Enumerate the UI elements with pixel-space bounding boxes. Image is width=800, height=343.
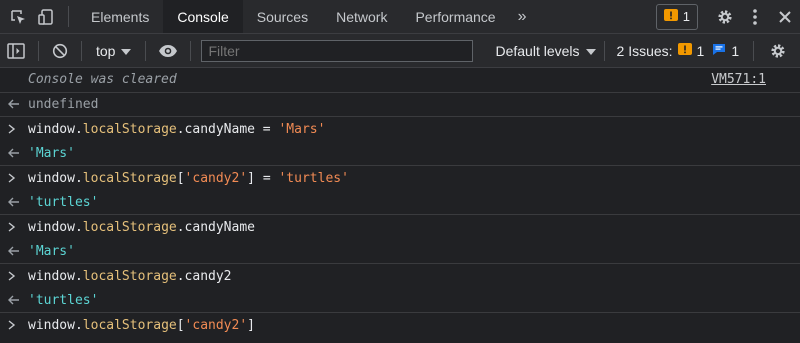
- code-string: 'turtles': [278, 170, 349, 186]
- dropdown-arrow-icon: [585, 43, 596, 59]
- toolbar-separator: [38, 40, 39, 61]
- console-result-row: 'turtles': [0, 289, 800, 313]
- input-chevron-icon: [8, 264, 16, 289]
- result-value: undefined: [28, 96, 99, 112]
- result-arrow-icon: [8, 93, 20, 117]
- console-cleared-message: Console was cleared VM571:1: [0, 68, 800, 93]
- issues-badge-count: 1: [682, 9, 690, 24]
- inspect-element-icon[interactable]: [4, 0, 32, 33]
- issues-info-count: 1: [731, 42, 740, 59]
- toolbar-separator: [603, 40, 605, 61]
- settings-gear-icon[interactable]: [710, 0, 740, 33]
- live-expression-eye-icon[interactable]: [152, 34, 184, 67]
- result-value: 'turtles': [28, 194, 99, 210]
- code-object: window.: [28, 219, 83, 235]
- code-rest: .candyName =: [176, 121, 279, 137]
- console-toolbar: top Default levels 2 Issues: 1 1: [0, 34, 800, 68]
- code-object: window.: [28, 268, 83, 284]
- code-bracket-open: [: [176, 317, 185, 333]
- devtools-tab-bar: Elements Console Sources Network Perform…: [0, 0, 800, 34]
- code-bracket-open: [: [176, 170, 185, 186]
- result-arrow-icon: [8, 142, 20, 166]
- console-result-row: 'turtles': [0, 191, 800, 215]
- issues-label: 2 Issues:: [616, 42, 673, 59]
- cleared-text: Console was cleared: [28, 72, 177, 88]
- toolbar-separator: [145, 40, 147, 61]
- toolbar-separator: [81, 40, 82, 61]
- input-chevron-icon: [8, 215, 16, 240]
- result-value: 'Mars': [28, 145, 75, 161]
- filter-input[interactable]: [201, 39, 474, 62]
- code-bracket-close: ] =: [247, 170, 279, 186]
- code-key: 'candy2': [184, 317, 248, 333]
- console-prompt-row[interactable]: window. localStorage['candy2']: [0, 313, 800, 338]
- clear-console-icon[interactable]: [45, 34, 75, 67]
- console-result-row: 'Mars': [0, 142, 800, 166]
- tab-performance[interactable]: Performance: [401, 0, 509, 33]
- result-value: 'Mars': [28, 243, 75, 259]
- context-selector[interactable]: top: [88, 43, 139, 59]
- tab-separator: [68, 6, 69, 27]
- kebab-menu-icon[interactable]: [740, 0, 770, 33]
- context-label: top: [96, 42, 116, 59]
- issues-warning-count: 1: [696, 42, 705, 59]
- tab-network[interactable]: Network: [322, 0, 401, 33]
- console-input-row: window. localStorage .candy2: [0, 264, 800, 289]
- log-levels-label: Default levels: [495, 42, 580, 59]
- console-input-row: window. localStorage .candyName = 'Mars': [0, 117, 800, 142]
- code-property: localStorage: [82, 268, 177, 284]
- toolbar-separator: [753, 40, 755, 61]
- close-icon[interactable]: [770, 0, 800, 33]
- prompt-chevron-icon: [8, 313, 16, 338]
- issues-badge-button[interactable]: 1: [655, 3, 698, 30]
- console-input-row: window. localStorage['candy2'] = 'turtles…: [0, 166, 800, 191]
- code-object: window.: [28, 317, 83, 333]
- toolbar-separator: [190, 40, 192, 61]
- input-chevron-icon: [8, 166, 16, 191]
- code-object: window.: [28, 121, 83, 137]
- code-object: window.: [28, 170, 83, 186]
- result-arrow-icon: [8, 289, 20, 313]
- code-property: localStorage: [82, 219, 177, 235]
- tab-elements[interactable]: Elements: [77, 0, 163, 33]
- console-input-row: window. localStorage .candyName: [0, 215, 800, 240]
- device-toolbar-icon[interactable]: [32, 0, 60, 33]
- input-chevron-icon: [8, 117, 16, 142]
- console-result-row: 'Mars': [0, 240, 800, 264]
- tab-console[interactable]: Console: [163, 0, 243, 33]
- console-settings-gear-icon[interactable]: [760, 34, 796, 67]
- code-rest: .candy2: [176, 268, 232, 284]
- code-property: localStorage: [82, 317, 177, 333]
- warning-icon: [677, 42, 692, 59]
- info-message-icon: [712, 42, 726, 59]
- result-value: 'turtles': [28, 292, 99, 308]
- code-property: localStorage: [82, 170, 177, 186]
- code-key: 'candy2': [184, 170, 248, 186]
- sidebar-toggle-icon[interactable]: [0, 34, 32, 67]
- source-link[interactable]: VM571:1: [711, 72, 766, 87]
- warning-icon: [663, 8, 678, 25]
- log-levels-dropdown[interactable]: Default levels: [495, 42, 596, 59]
- issues-counter-button[interactable]: 2 Issues: 1 1: [617, 42, 740, 59]
- code-string: 'Mars': [278, 121, 326, 137]
- code-bracket-close: ]: [247, 317, 255, 333]
- console-result-row: undefined: [0, 93, 800, 117]
- dropdown-arrow-icon: [121, 43, 132, 59]
- result-arrow-icon: [8, 240, 20, 264]
- result-arrow-icon: [8, 191, 20, 215]
- code-rest: .candyName: [176, 219, 255, 235]
- more-tabs-button[interactable]: »: [510, 0, 535, 33]
- tab-sources[interactable]: Sources: [243, 0, 322, 33]
- console-output[interactable]: Console was cleared VM571:1 undefined wi…: [0, 68, 800, 338]
- code-property: localStorage: [82, 121, 177, 137]
